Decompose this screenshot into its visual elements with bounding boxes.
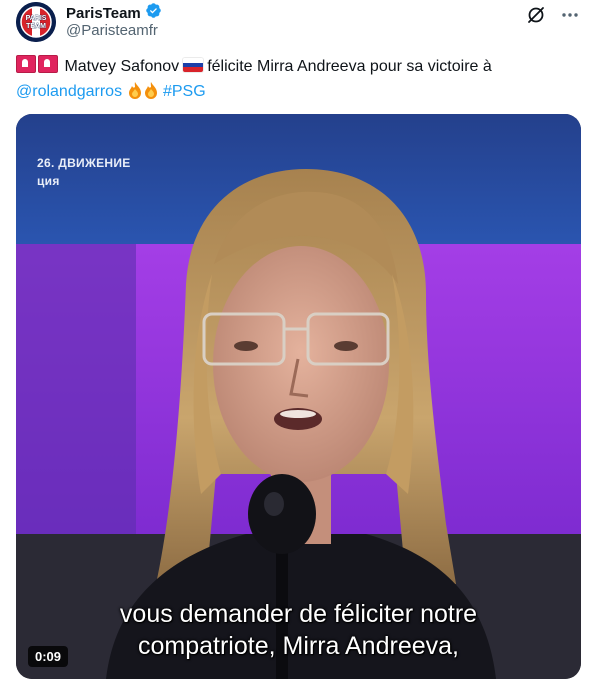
grok-icon[interactable] [525, 4, 547, 26]
verified-badge-icon [145, 2, 162, 24]
psg-logo-icon: PARIS TEAM [16, 2, 56, 42]
video-frame-image [16, 114, 581, 679]
avatar[interactable]: PARIS TEAM [16, 2, 56, 42]
author-handle[interactable]: @Paristeamfr [66, 22, 158, 39]
tweet-segment-1: Matvey Safonov [64, 58, 180, 75]
siren-emoji-icon [16, 55, 36, 73]
author-name-row: ParisTeam [66, 2, 162, 24]
channel-line-1: 26. ДВИЖЕНИЕ [37, 156, 131, 170]
avatar-text-line-2: TEAM [26, 23, 46, 30]
avatar-text-line-1: PARIS [26, 15, 47, 22]
tweet-text: Matvey Safonov félicite Mirra Andreeva po… [16, 54, 576, 104]
russia-flag-icon [183, 58, 204, 72]
siren-emoji-icon [38, 55, 58, 73]
video-player[interactable]: 26. ДВИЖЕНИЕ ция vous demander de félici… [16, 114, 581, 679]
video-duration-badge: 0:09 [28, 646, 69, 667]
more-icon[interactable] [559, 4, 581, 26]
tweet-segment-2: félicite Mirra Andreeva pour sa victoire… [207, 58, 492, 75]
tweet-text-line-1: Matvey Safonov félicite Mirra Andreeva po… [16, 54, 576, 79]
video-subtitles: vous demander de féliciter notre compatr… [16, 598, 581, 662]
tweet-text-line-2: @rolandgarros #PSG [16, 79, 576, 104]
subtitle-line-2: compatriote, Mirra Andreeva, [138, 632, 459, 660]
channel-line-2: ция [37, 174, 60, 188]
header-actions [525, 4, 581, 26]
fire-emoji-icon [128, 82, 141, 99]
mention-link[interactable]: @rolandgarros [16, 83, 122, 100]
channel-overlay-text: 26. ДВИЖЕНИЕ ция [37, 154, 131, 190]
fire-emoji-icon [144, 82, 157, 99]
tweet: PARIS TEAM ParisTeam @Paristeamfr Matvey… [0, 0, 595, 684]
subtitle-line-1: vous demander de féliciter notre [119, 600, 478, 628]
hashtag-link[interactable]: #PSG [163, 83, 206, 100]
author-display-name[interactable]: ParisTeam [66, 5, 141, 22]
